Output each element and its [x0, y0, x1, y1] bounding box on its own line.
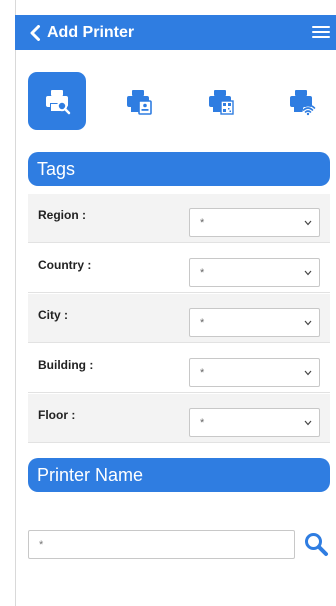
printer-wifi-icon [290, 90, 316, 116]
hamburger-menu-icon[interactable] [312, 23, 330, 43]
building-label: Building : [38, 358, 94, 372]
tag-row-floor: Floor : * [28, 394, 330, 443]
country-select-value: * [200, 267, 205, 279]
chevron-left-icon [30, 24, 40, 41]
chevron-down-icon [304, 220, 312, 226]
region-label: Region : [38, 208, 86, 222]
floor-select[interactable]: * [189, 408, 320, 437]
chevron-down-icon [304, 320, 312, 326]
printer-qr-code-icon [209, 90, 234, 115]
printer-id-card-icon [127, 90, 152, 115]
country-label: Country : [38, 258, 92, 272]
tags-section-header: Tags [28, 152, 330, 186]
region-select[interactable]: * [189, 208, 320, 237]
header-bar: Add Printer [15, 15, 336, 50]
tag-row-country: Country : * [28, 244, 330, 293]
floor-label: Floor : [38, 408, 76, 422]
city-select[interactable]: * [189, 308, 320, 337]
printer-search-button[interactable] [303, 531, 329, 557]
printer-name-section-title: Printer Name [37, 464, 144, 485]
printer-search-icon [46, 90, 71, 115]
building-select-value: * [200, 367, 205, 379]
printer-name-section-header: Printer Name [28, 458, 330, 492]
tag-row-city: City : * [28, 294, 330, 343]
page-title: Add Printer [47, 23, 135, 41]
country-select[interactable]: * [189, 258, 320, 287]
printer-name-input[interactable] [28, 530, 295, 559]
floor-select-value: * [200, 417, 205, 429]
mode-qr-code-button[interactable] [191, 72, 249, 130]
left-border [15, 0, 16, 606]
add-method-toolbar [28, 72, 328, 132]
mode-search-button[interactable] [28, 72, 86, 130]
tag-row-building: Building : * [28, 344, 330, 393]
chevron-down-icon [304, 420, 312, 426]
chevron-down-icon [304, 270, 312, 276]
mode-id-card-button[interactable] [109, 72, 167, 130]
tags-section-title: Tags [37, 158, 76, 179]
back-button[interactable]: Add Printer [15, 15, 134, 50]
building-select[interactable]: * [189, 358, 320, 387]
city-select-value: * [200, 317, 205, 329]
region-select-value: * [200, 217, 205, 229]
magnifier-search-icon [305, 533, 328, 556]
tag-row-region: Region : * [28, 194, 330, 243]
city-label: City : [38, 308, 68, 322]
mode-wifi-button[interactable] [272, 72, 330, 130]
chevron-down-icon [304, 370, 312, 376]
